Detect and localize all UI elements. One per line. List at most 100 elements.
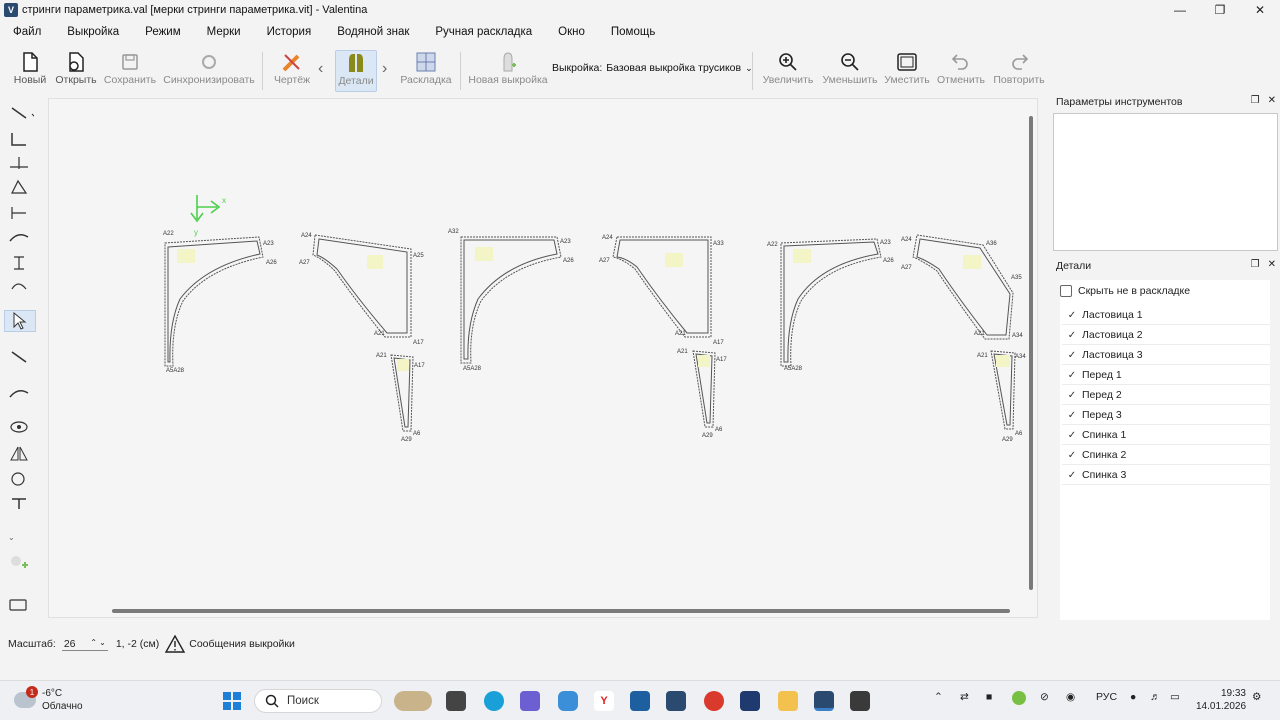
menu-file[interactable]: Файл <box>0 26 54 38</box>
tray-app-icon[interactable] <box>1012 691 1026 705</box>
menu-help[interactable]: Помощь <box>598 26 668 38</box>
notification-bell-icon[interactable]: ⚙ <box>1252 691 1261 703</box>
angle-tool-button[interactable] <box>4 128 36 150</box>
checkmark-icon[interactable]: ✓ <box>1062 350 1082 361</box>
store-icon[interactable] <box>630 691 650 711</box>
prev-mode-icon[interactable]: ‹ <box>318 60 323 78</box>
maximize-icon[interactable]: ❐ <box>1200 0 1240 20</box>
checkmark-icon[interactable]: ✓ <box>1062 330 1082 341</box>
checkmark-icon[interactable]: ✓ <box>1062 410 1082 421</box>
taskbar-clock[interactable]: 19:33 14.01.2026 <box>1196 687 1246 713</box>
detail-list-item[interactable]: ✓ Спинка 3 <box>1062 466 1270 485</box>
task-view-icon[interactable] <box>446 691 466 711</box>
menu-manual-layout[interactable]: Ручная раскладка <box>422 26 545 38</box>
close-icon[interactable]: ✕ <box>1240 0 1280 20</box>
checkmark-icon[interactable]: ✓ <box>1062 390 1082 401</box>
detail-piece[interactable] <box>460 236 562 364</box>
weather-widget[interactable]: 1 -6°C Облачно <box>14 686 83 713</box>
float-panel-icon[interactable]: ❐ <box>1251 95 1260 106</box>
checkmark-icon[interactable]: ✓ <box>1062 310 1082 321</box>
checkmark-icon[interactable]: ✓ <box>1062 470 1082 481</box>
float-panel-icon[interactable]: ❐ <box>1251 259 1260 270</box>
select-tool-button[interactable] <box>4 310 36 332</box>
checkmark-icon[interactable]: ✓ <box>1062 430 1082 441</box>
redo-button[interactable]: Повторить <box>992 50 1046 92</box>
menu-pattern[interactable]: Выкройка <box>54 26 132 38</box>
menu-history[interactable]: История <box>254 26 325 38</box>
spline-tool-button[interactable] <box>4 382 36 404</box>
detail-piece[interactable] <box>312 234 414 432</box>
vertical-scrollbar[interactable] <box>1029 116 1033 590</box>
detail-list-item[interactable]: ✓ Перед 2 <box>1062 386 1270 405</box>
flip-tool-button[interactable] <box>4 442 36 464</box>
hide-not-in-layout-row[interactable]: Скрыть не в раскладке <box>1060 285 1190 297</box>
undo-button[interactable]: Отменить <box>936 50 986 92</box>
tray-app-icon[interactable]: ⇄ <box>960 691 969 703</box>
close-panel-icon[interactable]: ✕ <box>1268 259 1276 270</box>
menu-mode[interactable]: Режим <box>132 26 193 38</box>
point-tool-button[interactable] <box>4 152 36 174</box>
move-tool-button[interactable] <box>4 492 36 514</box>
other-app-icon[interactable] <box>850 691 870 711</box>
sync-button[interactable]: Синхронизировать <box>163 50 255 92</box>
app-icon[interactable] <box>666 691 686 711</box>
perpendicular-tool-button[interactable] <box>4 202 36 224</box>
wifi-icon[interactable]: ● <box>1130 691 1136 703</box>
detail-list-item[interactable]: ✓ Ластовица 1 <box>1062 306 1270 325</box>
curve-tool-button[interactable] <box>4 226 36 248</box>
scale-arrows-icon[interactable]: ⌃ ⌄ <box>90 638 106 650</box>
chrome-icon[interactable] <box>704 691 724 711</box>
segment-tool-button[interactable] <box>4 346 36 368</box>
arc-tool-button[interactable] <box>4 276 36 298</box>
zoom-out-button[interactable]: Уменьшить <box>822 50 878 92</box>
line-tool-button[interactable] <box>4 102 36 124</box>
tray-app-icon[interactable]: ■ <box>986 691 992 703</box>
open-button[interactable]: Открыть <box>54 50 98 92</box>
menu-measurements[interactable]: Мерки <box>194 26 254 38</box>
menu-watermark[interactable]: Водяной знак <box>324 26 422 38</box>
scale-spinbox[interactable]: 26 ⌃ ⌄ <box>61 638 108 651</box>
pattern-canvas[interactable]: x y A22 A23 A26 A5A28 A24 A25 A27 A21 A1… <box>48 98 1038 618</box>
tray-chevron-icon[interactable]: ⌃ <box>934 691 943 703</box>
fit-button[interactable]: Уместить <box>884 50 930 92</box>
detail-list-item[interactable]: ✓ Спинка 1 <box>1062 426 1270 445</box>
file-explorer-icon[interactable] <box>778 691 798 711</box>
horizontal-scrollbar[interactable] <box>112 609 1010 613</box>
checkmark-icon[interactable]: ✓ <box>1062 450 1082 461</box>
edge-browser-icon[interactable] <box>484 691 504 711</box>
zoom-in-button[interactable]: Увеличить <box>762 50 814 92</box>
detail-list-item[interactable]: ✓ Спинка 2 <box>1062 446 1270 465</box>
security-app-icon[interactable] <box>740 691 760 711</box>
new-pattern-button[interactable]: Новая выкройка <box>468 50 548 92</box>
rotate-tool-button[interactable] <box>4 468 36 490</box>
widgets-icon[interactable] <box>394 691 432 711</box>
next-mode-icon[interactable]: › <box>382 60 387 78</box>
eye-tool-button[interactable] <box>4 416 36 438</box>
valentina-taskbar-icon[interactable] <box>814 691 834 711</box>
battery-icon[interactable]: ▭ <box>1170 691 1180 703</box>
detail-piece[interactable] <box>164 236 264 367</box>
detail-piece[interactable] <box>780 238 882 367</box>
layout-mode-button[interactable]: Раскладка <box>400 50 452 92</box>
new-button[interactable]: Новый <box>10 50 50 92</box>
pattern-messages-button[interactable]: Сообщения выкройки <box>165 635 295 653</box>
layout-tool-button[interactable] <box>4 594 36 616</box>
detail-list-item[interactable]: ✓ Перед 3 <box>1062 406 1270 425</box>
detail-list-item[interactable]: ✓ Ластовица 3 <box>1062 346 1270 365</box>
windows-start-icon[interactable] <box>222 691 242 711</box>
menu-window[interactable]: Окно <box>545 26 598 38</box>
detail-piece[interactable] <box>612 236 716 428</box>
pattern-select[interactable]: Выкройка: Базовая выкройка трусиков ⌄ <box>552 62 753 74</box>
add-detail-button[interactable] <box>4 552 36 574</box>
chat-app-icon[interactable] <box>558 691 578 711</box>
save-button[interactable]: Сохранить <box>104 50 156 92</box>
checkmark-icon[interactable]: ✓ <box>1062 370 1082 381</box>
close-panel-icon[interactable]: ✕ <box>1268 95 1276 106</box>
teams-icon[interactable] <box>520 691 540 711</box>
triangle-tool-button[interactable] <box>4 176 36 198</box>
volume-icon[interactable]: ♬ <box>1150 691 1161 703</box>
taskbar-search[interactable]: Поиск <box>254 689 382 713</box>
detail-list-item[interactable]: ✓ Ластовица 2 <box>1062 326 1270 345</box>
minimize-icon[interactable]: — <box>1160 0 1200 20</box>
detail-list-item[interactable]: ✓ Перед 1 <box>1062 366 1270 385</box>
